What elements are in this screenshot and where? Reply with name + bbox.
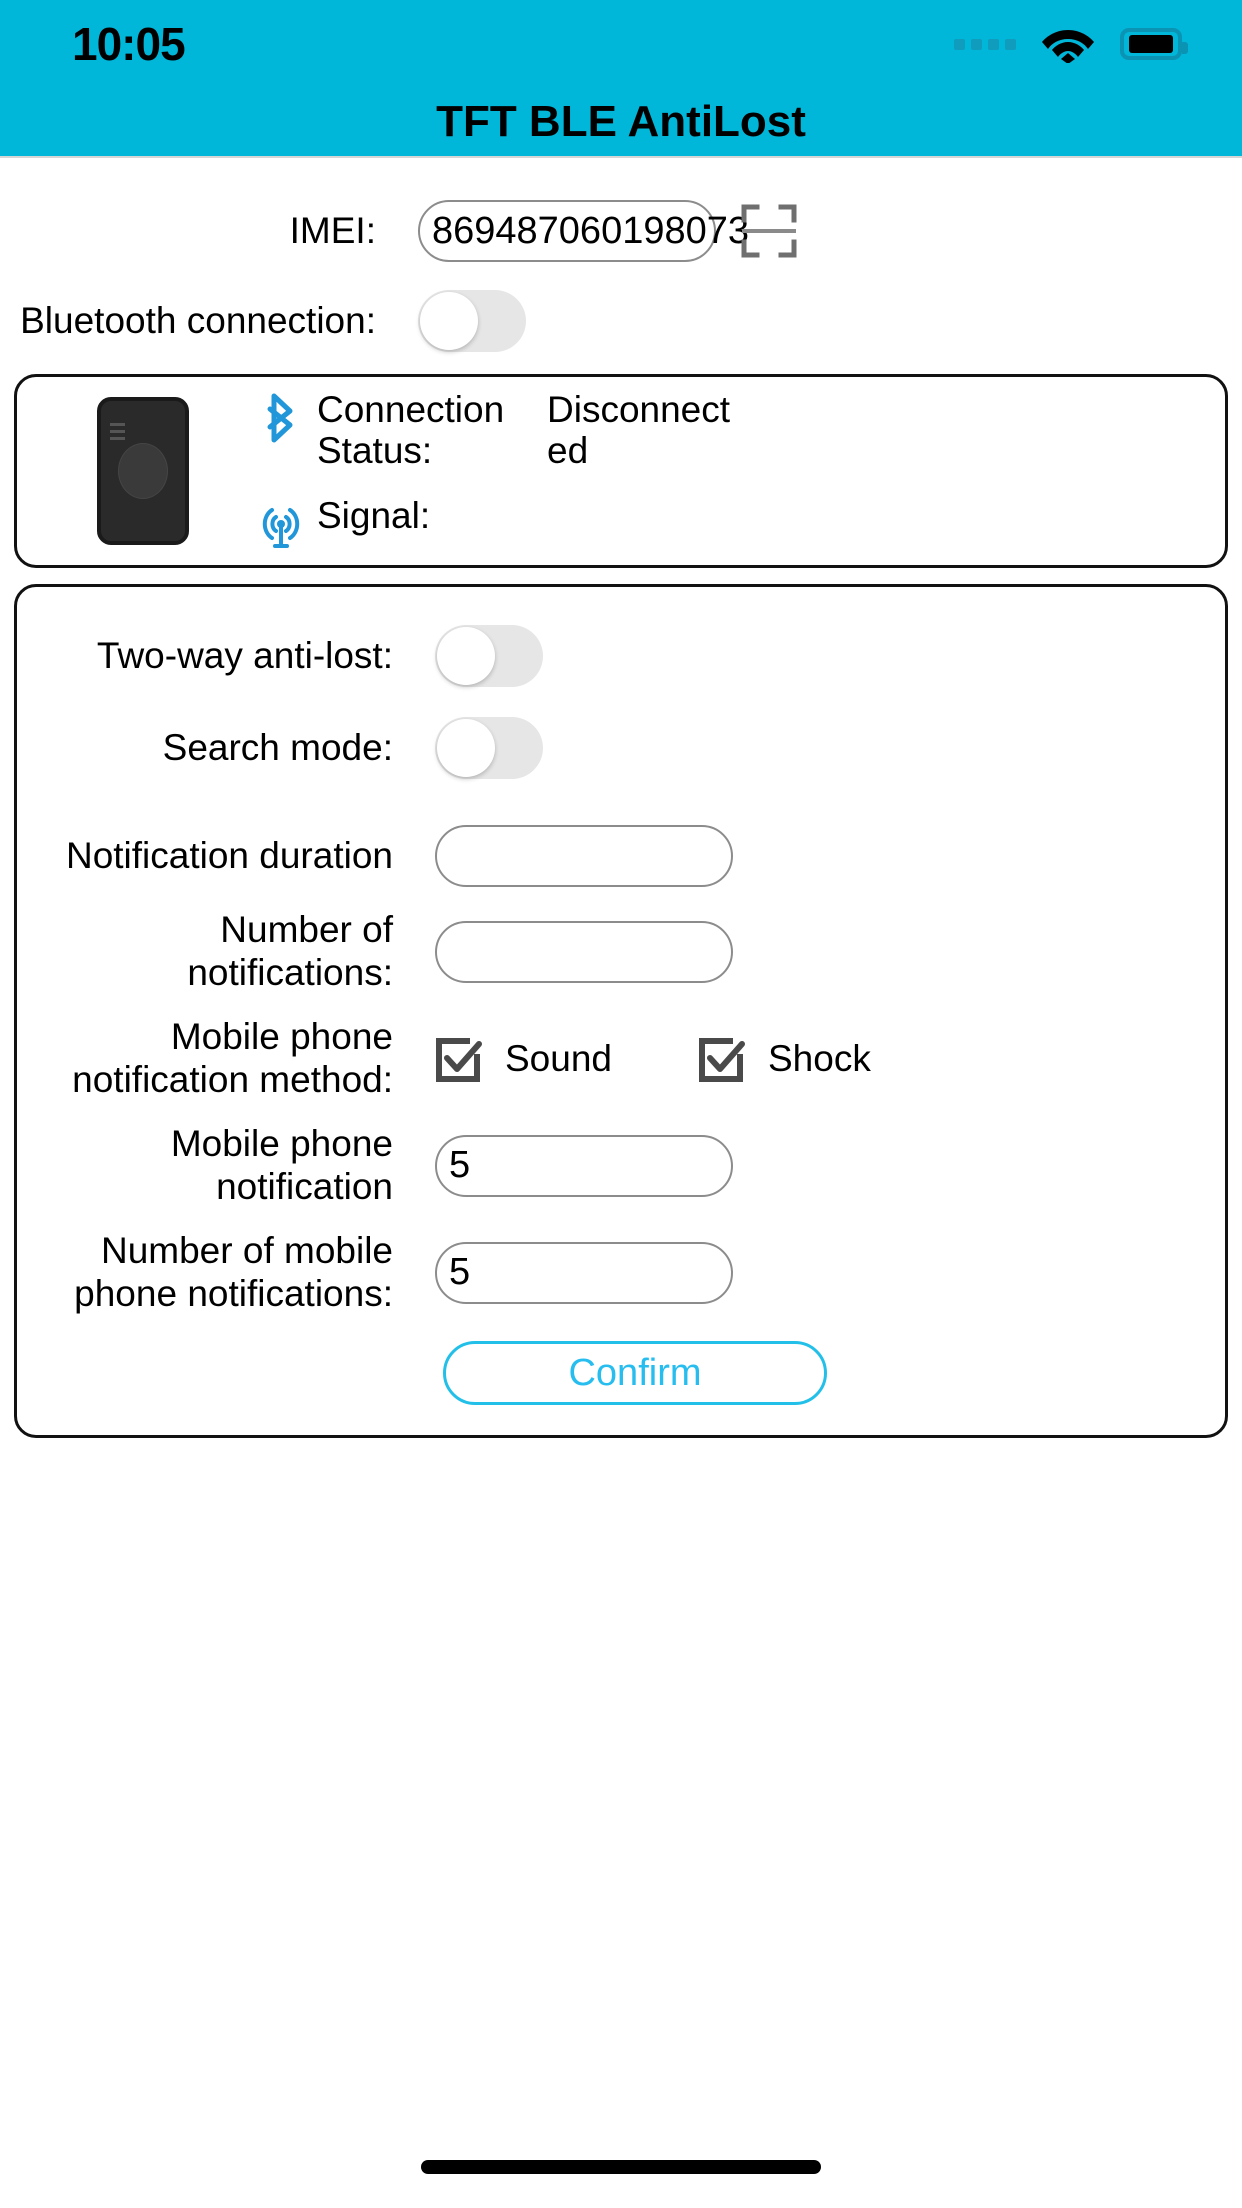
connection-status-value: Disconnected [547, 388, 731, 471]
notification-duration-input[interactable] [435, 825, 733, 887]
checkbox-checked-icon[interactable] [698, 1035, 746, 1083]
confirm-button[interactable]: Confirm [443, 1341, 827, 1406]
notification-method-label: Mobile phone notification method: [72, 1016, 393, 1100]
imei-label: IMEI: [289, 209, 376, 251]
settings-card: Two-way anti-lost: Search mode: Notifica… [14, 584, 1228, 1439]
number-of-notifications-input[interactable] [435, 920, 733, 983]
connection-status-line: Connection Status: Disconnected [257, 389, 747, 472]
bluetooth-connection-label: Bluetooth connection: [20, 299, 376, 341]
notification-method-row: Mobile phone notification method: Sound [17, 1016, 1225, 1101]
search-mode-control [435, 717, 1207, 779]
notification-method-control: Sound Shock [435, 1035, 1207, 1083]
ble-tracker-device-image [97, 397, 189, 545]
phone-notification-control: 5 [435, 1134, 1207, 1197]
phone-notification-input[interactable]: 5 [435, 1134, 733, 1197]
status-bar-icons [954, 21, 1188, 68]
device-markings [110, 423, 125, 440]
imei-row: IMEI: 869487060198073 [0, 200, 1242, 262]
confirm-button-wrap: Confirm [17, 1341, 1225, 1406]
search-mode-label: Search mode: [162, 726, 393, 768]
battery-full-icon [1120, 28, 1188, 60]
phone-notification-count-input[interactable]: 5 [435, 1241, 733, 1304]
main-content: IMEI: 869487060198073 Bluetooth connecti… [0, 200, 1242, 1439]
signal-label: Signal: [317, 495, 431, 537]
search-mode-toggle[interactable] [435, 717, 543, 779]
bluetooth-connection-control [418, 290, 1224, 352]
imei-input[interactable]: 869487060198073 [418, 200, 749, 262]
bluetooth-connection-row: Bluetooth connection: [0, 290, 1242, 352]
notification-duration-row: Notification duration [17, 825, 1225, 887]
imei-control: 869487060198073 [418, 200, 1224, 262]
two-way-anti-lost-control [435, 625, 1207, 687]
notification-duration-control [435, 825, 1207, 887]
signal-dots-icon [954, 38, 1016, 50]
phone-notification-label: Mobile phone notification [170, 1123, 393, 1207]
number-of-notifications-row: Number of notifications: [17, 909, 1225, 994]
shock-checkbox-label: Shock [768, 1037, 871, 1079]
sound-checkbox-label: Sound [505, 1037, 612, 1079]
page-title: TFT BLE AntiLost [436, 97, 806, 146]
device-status-card: Connection Status: Disconnected Signal: [14, 374, 1228, 568]
bluetooth-connection-toggle[interactable] [418, 290, 526, 352]
two-way-anti-lost-toggle[interactable] [435, 625, 543, 687]
phone-notification-count-label: Number of mobile phone notifications: [74, 1230, 393, 1314]
number-of-notifications-control [435, 920, 1207, 983]
status-bar-time: 10:05 [72, 18, 186, 70]
scan-barcode-icon[interactable] [740, 202, 798, 260]
device-status-list: Connection Status: Disconnected Signal: [257, 389, 747, 554]
two-way-anti-lost-label: Two-way anti-lost: [96, 634, 393, 676]
sound-checkbox-item[interactable]: Sound [435, 1035, 612, 1083]
shock-checkbox-item[interactable]: Shock [698, 1035, 871, 1083]
number-of-notifications-label: Number of notifications: [187, 909, 393, 993]
notification-method-options: Sound Shock [435, 1035, 871, 1083]
signal-line: Signal: [257, 495, 747, 553]
home-indicator [421, 2160, 821, 2174]
phone-notification-count-row: Number of mobile phone notifications: 5 [17, 1230, 1225, 1315]
toggle-knob [437, 627, 495, 685]
toggle-knob [420, 292, 478, 350]
search-mode-row: Search mode: [17, 717, 1225, 779]
wifi-icon [1040, 21, 1096, 68]
connection-status-label: Connection Status: [317, 388, 505, 471]
checkbox-checked-icon[interactable] [435, 1035, 483, 1083]
phone-notification-row: Mobile phone notification 5 [17, 1123, 1225, 1208]
app-header: TFT BLE AntiLost [0, 88, 1242, 158]
toggle-knob [437, 719, 495, 777]
status-bar: 10:05 [0, 0, 1242, 88]
device-button [118, 443, 168, 499]
signal-tower-icon [257, 495, 305, 553]
phone-notification-count-control: 5 [435, 1241, 1207, 1304]
bluetooth-icon [257, 389, 305, 447]
two-way-anti-lost-row: Two-way anti-lost: [17, 625, 1225, 687]
notification-duration-label: Notification duration [65, 834, 393, 876]
